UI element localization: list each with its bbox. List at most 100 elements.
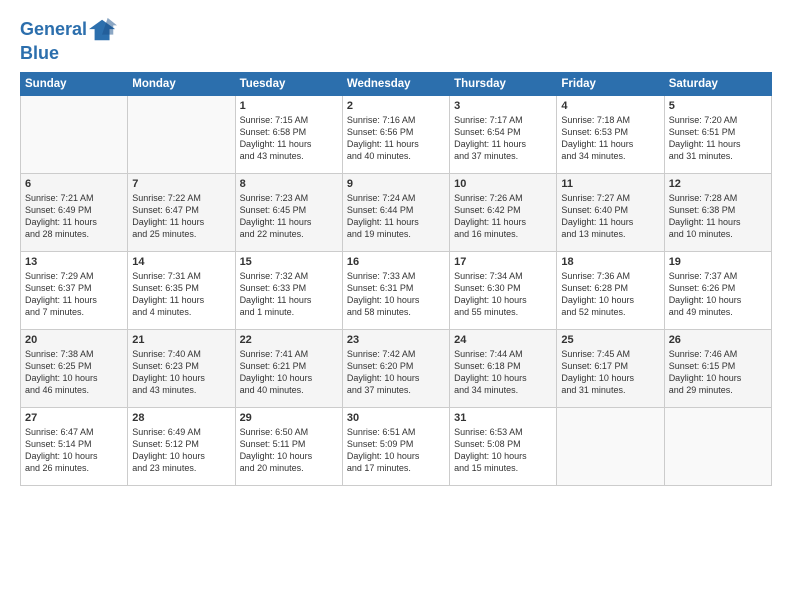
day-number: 20: [25, 334, 123, 346]
day-info: Sunrise: 7:15 AM Sunset: 6:58 PM Dayligh…: [240, 114, 338, 163]
calendar-cell: [21, 95, 128, 173]
day-info: Sunrise: 7:40 AM Sunset: 6:23 PM Dayligh…: [132, 348, 230, 397]
calendar-cell: 27 Sunrise: 6:47 AM Sunset: 5:14 PM Dayli…: [21, 407, 128, 485]
calendar-cell: 5 Sunrise: 7:20 AM Sunset: 6:51 PM Daylig…: [664, 95, 771, 173]
day-number: 9: [347, 178, 445, 190]
calendar-cell: 6 Sunrise: 7:21 AM Sunset: 6:49 PM Daylig…: [21, 173, 128, 251]
logo: General Blue: [20, 16, 117, 64]
header: General Blue: [20, 16, 772, 64]
day-info: Sunrise: 7:34 AM Sunset: 6:30 PM Dayligh…: [454, 270, 552, 319]
calendar-cell: 11Sunrise: 7:27 AM Sunset: 6:40 PM Dayli…: [557, 173, 664, 251]
calendar-cell: 18 Sunrise: 7:36 AM Sunset: 6:28 PM Dayli…: [557, 251, 664, 329]
calendar-cell: 12 Sunrise: 7:28 AM Sunset: 6:38 PM Dayli…: [664, 173, 771, 251]
day-info: Sunrise: 7:38 AM Sunset: 6:25 PM Dayligh…: [25, 348, 123, 397]
day-number: 16: [347, 256, 445, 268]
day-info: Sunrise: 7:31 AM Sunset: 6:35 PM Dayligh…: [132, 270, 230, 319]
header-day: Wednesday: [342, 72, 449, 95]
day-number: 14: [132, 256, 230, 268]
day-info: Sunrise: 7:33 AM Sunset: 6:31 PM Dayligh…: [347, 270, 445, 319]
day-info: Sunrise: 7:44 AM Sunset: 6:18 PM Dayligh…: [454, 348, 552, 397]
day-info: Sunrise: 7:17 AM Sunset: 6:54 PM Dayligh…: [454, 114, 552, 163]
day-info: Sunrise: 7:20 AM Sunset: 6:51 PM Dayligh…: [669, 114, 767, 163]
calendar-cell: 8 Sunrise: 7:23 AM Sunset: 6:45 PM Daylig…: [235, 173, 342, 251]
header-day: Sunday: [21, 72, 128, 95]
calendar-cell: 16 Sunrise: 7:33 AM Sunset: 6:31 PM Dayli…: [342, 251, 449, 329]
calendar-cell: 29 Sunrise: 6:50 AM Sunset: 5:11 PM Dayli…: [235, 407, 342, 485]
calendar-cell: 31Sunrise: 6:53 AM Sunset: 5:08 PM Dayli…: [450, 407, 557, 485]
calendar-cell: [557, 407, 664, 485]
day-info: Sunrise: 7:16 AM Sunset: 6:56 PM Dayligh…: [347, 114, 445, 163]
header-day: Monday: [128, 72, 235, 95]
calendar-cell: 17 Sunrise: 7:34 AM Sunset: 6:30 PM Dayli…: [450, 251, 557, 329]
day-number: 17: [454, 256, 552, 268]
day-info: Sunrise: 6:49 AM Sunset: 5:12 PM Dayligh…: [132, 426, 230, 475]
day-number: 11: [561, 178, 659, 190]
calendar-cell: 20 Sunrise: 7:38 AM Sunset: 6:25 PM Dayli…: [21, 329, 128, 407]
day-number: 27: [25, 412, 123, 424]
day-number: 18: [561, 256, 659, 268]
day-number: 6: [25, 178, 123, 190]
day-info: Sunrise: 7:41 AM Sunset: 6:21 PM Dayligh…: [240, 348, 338, 397]
calendar-cell: 23 Sunrise: 7:42 AM Sunset: 6:20 PM Dayli…: [342, 329, 449, 407]
day-info: Sunrise: 7:42 AM Sunset: 6:20 PM Dayligh…: [347, 348, 445, 397]
day-number: 28: [132, 412, 230, 424]
calendar-cell: 15 Sunrise: 7:32 AM Sunset: 6:33 PM Dayli…: [235, 251, 342, 329]
day-info: Sunrise: 7:46 AM Sunset: 6:15 PM Dayligh…: [669, 348, 767, 397]
day-number: 22: [240, 334, 338, 346]
header-day: Saturday: [664, 72, 771, 95]
header-day: Thursday: [450, 72, 557, 95]
week-row: 13 Sunrise: 7:29 AM Sunset: 6:37 PM Dayli…: [21, 251, 772, 329]
day-number: 15: [240, 256, 338, 268]
day-number: 21: [132, 334, 230, 346]
day-info: Sunrise: 7:23 AM Sunset: 6:45 PM Dayligh…: [240, 192, 338, 241]
day-info: Sunrise: 7:32 AM Sunset: 6:33 PM Dayligh…: [240, 270, 338, 319]
logo-icon: [89, 16, 117, 44]
calendar-table: SundayMondayTuesdayWednesdayThursdayFrid…: [20, 72, 772, 486]
day-number: 3: [454, 100, 552, 112]
logo-blue: Blue: [20, 44, 117, 64]
calendar-cell: 30 Sunrise: 6:51 AM Sunset: 5:09 PM Dayli…: [342, 407, 449, 485]
day-number: 23: [347, 334, 445, 346]
day-info: Sunrise: 6:50 AM Sunset: 5:11 PM Dayligh…: [240, 426, 338, 475]
day-number: 5: [669, 100, 767, 112]
day-number: 25: [561, 334, 659, 346]
day-info: Sunrise: 6:53 AM Sunset: 5:08 PM Dayligh…: [454, 426, 552, 475]
day-info: Sunrise: 6:51 AM Sunset: 5:09 PM Dayligh…: [347, 426, 445, 475]
page: General Blue SundayMondayTuesdayWednesda…: [0, 0, 792, 612]
day-number: 30: [347, 412, 445, 424]
day-number: 12: [669, 178, 767, 190]
calendar-cell: 28 Sunrise: 6:49 AM Sunset: 5:12 PM Dayli…: [128, 407, 235, 485]
calendar-cell: 4 Sunrise: 7:18 AM Sunset: 6:53 PM Daylig…: [557, 95, 664, 173]
header-row: SundayMondayTuesdayWednesdayThursdayFrid…: [21, 72, 772, 95]
calendar-cell: 26 Sunrise: 7:46 AM Sunset: 6:15 PM Dayli…: [664, 329, 771, 407]
day-number: 7: [132, 178, 230, 190]
day-info: Sunrise: 7:28 AM Sunset: 6:38 PM Dayligh…: [669, 192, 767, 241]
calendar-cell: 19Sunrise: 7:37 AM Sunset: 6:26 PM Dayli…: [664, 251, 771, 329]
day-number: 1: [240, 100, 338, 112]
day-info: Sunrise: 7:24 AM Sunset: 6:44 PM Dayligh…: [347, 192, 445, 241]
day-info: Sunrise: 7:18 AM Sunset: 6:53 PM Dayligh…: [561, 114, 659, 163]
calendar-cell: 9 Sunrise: 7:24 AM Sunset: 6:44 PM Daylig…: [342, 173, 449, 251]
calendar-cell: 22 Sunrise: 7:41 AM Sunset: 6:21 PM Dayli…: [235, 329, 342, 407]
header-day: Friday: [557, 72, 664, 95]
day-number: 10: [454, 178, 552, 190]
header-day: Tuesday: [235, 72, 342, 95]
day-info: Sunrise: 6:47 AM Sunset: 5:14 PM Dayligh…: [25, 426, 123, 475]
week-row: 1 Sunrise: 7:15 AM Sunset: 6:58 PM Daylig…: [21, 95, 772, 173]
day-number: 19: [669, 256, 767, 268]
calendar-cell: 21 Sunrise: 7:40 AM Sunset: 6:23 PM Dayli…: [128, 329, 235, 407]
day-number: 8: [240, 178, 338, 190]
calendar-cell: 7Sunrise: 7:22 AM Sunset: 6:47 PM Daylig…: [128, 173, 235, 251]
calendar-cell: 14 Sunrise: 7:31 AM Sunset: 6:35 PM Dayli…: [128, 251, 235, 329]
day-number: 29: [240, 412, 338, 424]
day-info: Sunrise: 7:21 AM Sunset: 6:49 PM Dayligh…: [25, 192, 123, 241]
day-number: 13: [25, 256, 123, 268]
calendar-cell: [664, 407, 771, 485]
day-info: Sunrise: 7:36 AM Sunset: 6:28 PM Dayligh…: [561, 270, 659, 319]
calendar-cell: 2 Sunrise: 7:16 AM Sunset: 6:56 PM Daylig…: [342, 95, 449, 173]
day-number: 2: [347, 100, 445, 112]
day-number: 4: [561, 100, 659, 112]
day-number: 26: [669, 334, 767, 346]
day-info: Sunrise: 7:29 AM Sunset: 6:37 PM Dayligh…: [25, 270, 123, 319]
calendar-cell: 1 Sunrise: 7:15 AM Sunset: 6:58 PM Daylig…: [235, 95, 342, 173]
